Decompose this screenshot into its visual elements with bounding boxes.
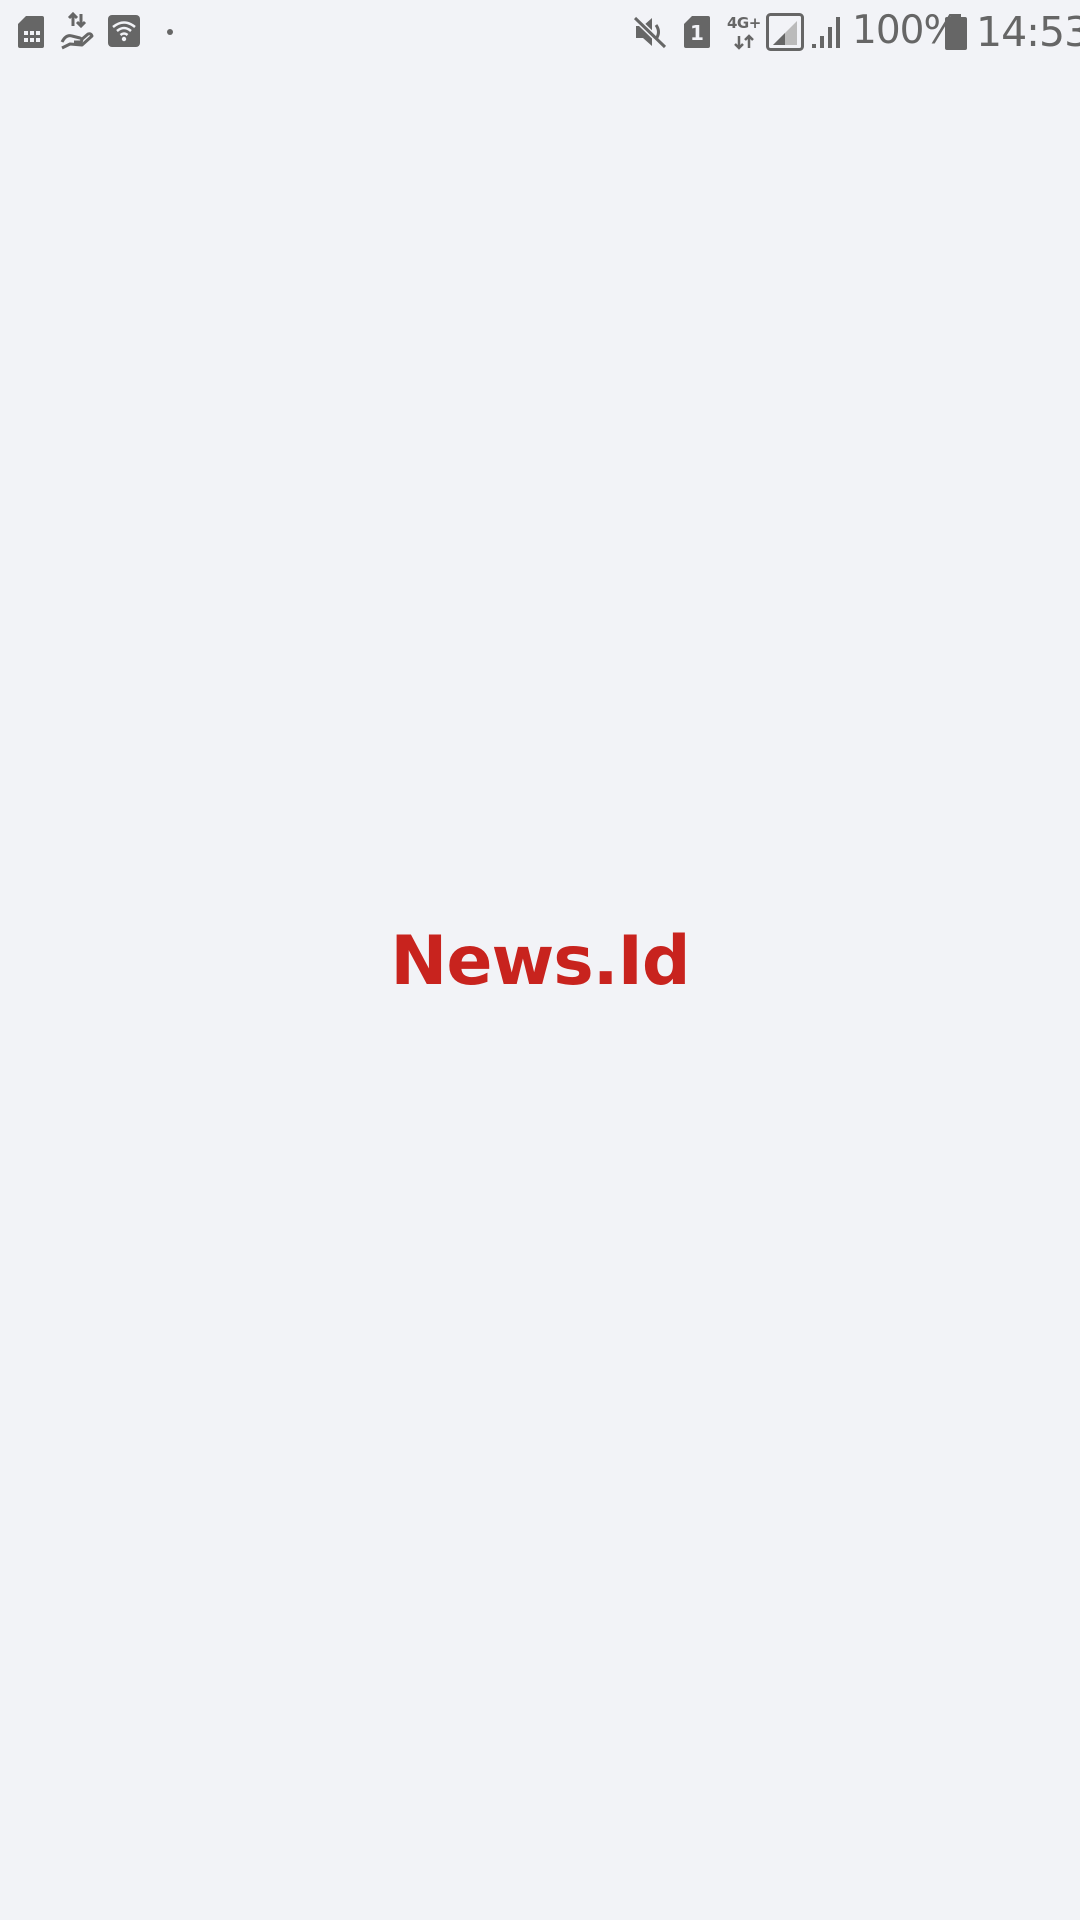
app-logo-text: News.Id [390, 921, 690, 1001]
splash-screen: News.Id [0, 0, 1080, 1920]
